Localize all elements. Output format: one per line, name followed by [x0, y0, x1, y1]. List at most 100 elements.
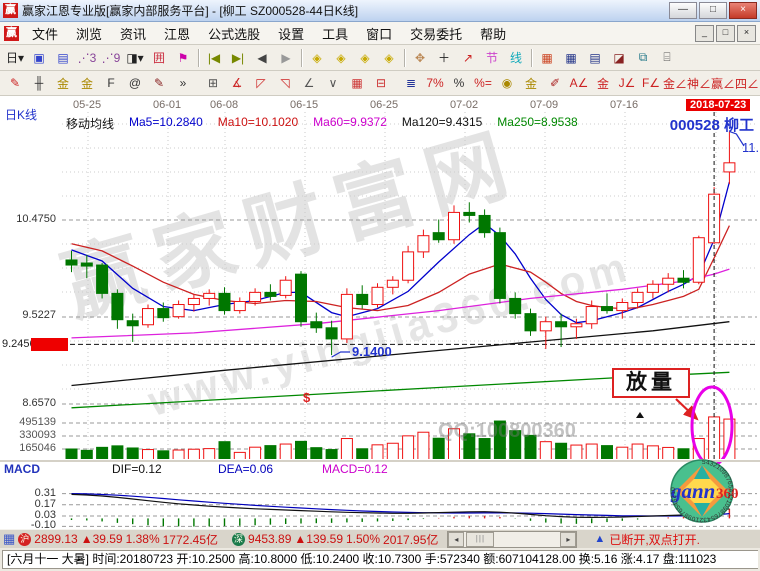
ma-legend-item: 移动均线: [66, 115, 114, 132]
gold-underline-icon[interactable]: 金: [592, 72, 614, 94]
scroll-thumb[interactable]: |||: [466, 532, 494, 547]
comb-tool-icon[interactable]: ╫: [28, 72, 50, 94]
more-tools-button[interactable]: »: [172, 72, 194, 94]
mdi-close-button[interactable]: ×: [737, 25, 756, 42]
zoom-window-icon[interactable]: ▣: [28, 47, 50, 69]
volume-bar: [724, 419, 735, 461]
gann-node-tool[interactable]: 节: [481, 47, 503, 69]
draw-pen-icon[interactable]: ✎: [4, 72, 26, 94]
menu-window[interactable]: 窗口: [357, 22, 401, 45]
f-angle-icon[interactable]: F∠: [640, 72, 662, 94]
calendar-icon[interactable]: ▦: [536, 47, 558, 69]
menu-file[interactable]: 文件: [23, 22, 67, 45]
next-bar-button[interactable]: ▶: [275, 47, 297, 69]
ma-legend-item: Ma60=9.9372: [313, 115, 387, 132]
fibonacci-icon[interactable]: F: [100, 72, 122, 94]
menu-help[interactable]: 帮助: [471, 22, 515, 45]
spiral-icon[interactable]: @: [124, 72, 146, 94]
grid-axis-icon[interactable]: ⊟: [370, 72, 392, 94]
first-bar-button[interactable]: |◀: [203, 47, 225, 69]
menu-trade[interactable]: 交易委托: [401, 22, 471, 45]
grid-icon[interactable]: ▦: [3, 531, 15, 547]
wave-line-tool[interactable]: 线: [505, 47, 527, 69]
fan-box-icon[interactable]: ◸: [250, 72, 272, 94]
save-icon[interactable]: ◪: [608, 47, 630, 69]
percent-icon[interactable]: %: [448, 72, 470, 94]
crosshair-tool[interactable]: ＋: [433, 47, 455, 69]
stats-bars-icon[interactable]: ≣: [400, 72, 422, 94]
notepad-icon[interactable]: ▤: [584, 47, 606, 69]
close-button[interactable]: ×: [729, 2, 757, 19]
candle: [219, 293, 230, 310]
candle: [97, 265, 108, 293]
candle: [112, 293, 123, 319]
shen-angle-icon[interactable]: 神∠: [688, 72, 710, 94]
date-tick: 05-25: [73, 99, 101, 111]
sh-amount: 1772.45亿: [163, 531, 218, 548]
red-grid-icon[interactable]: ▦: [346, 72, 368, 94]
percent-line-icon[interactable]: %=: [472, 72, 494, 94]
shenzhen-badge: 深: [232, 533, 245, 546]
period-day-selector[interactable]: 日▾: [4, 47, 26, 69]
minor-cycle-9-icon[interactable]: ⋰9: [100, 47, 122, 69]
menu-bar: 赢 文件浏览资讯江恩公式选股设置工具窗口交易委托帮助 _ □ ×: [0, 22, 760, 45]
color-flag-icon[interactable]: ⚑: [172, 47, 194, 69]
angle-lines-icon[interactable]: ∠: [298, 72, 320, 94]
title-bar[interactable]: 赢 赢家江恩专业版[赢家内部服务平台] - [柳工 SZ000528-44日K线…: [0, 0, 760, 22]
j-angle-icon[interactable]: J∠: [616, 72, 638, 94]
prev-bar-button[interactable]: ◀: [251, 47, 273, 69]
si-angle-icon[interactable]: 四∠: [736, 72, 758, 94]
gold-angle-icon[interactable]: 金∠: [664, 72, 686, 94]
gann-fan-icon[interactable]: ∡: [226, 72, 248, 94]
v-dots-icon[interactable]: ∨: [322, 72, 344, 94]
gann-nav-h-icon[interactable]: ◈: [354, 47, 376, 69]
remote-pc-icon[interactable]: ⌸: [656, 47, 678, 69]
info-panel-icon[interactable]: ▤: [52, 47, 74, 69]
candle-style-selector[interactable]: ◨▾: [124, 47, 146, 69]
date-tick: 06-08: [210, 99, 238, 111]
scroll-left-button[interactable]: ◂: [448, 532, 464, 547]
grid-tool-icon[interactable]: ⊞: [202, 72, 224, 94]
minimize-button[interactable]: —: [669, 2, 697, 19]
gold-circle-icon[interactable]: ◉: [496, 72, 518, 94]
candle: [632, 292, 643, 302]
pane-period-label: 日K线: [5, 106, 37, 123]
fan-circle-icon[interactable]: ◹: [274, 72, 296, 94]
candle: [693, 238, 704, 283]
trendline-tool[interactable]: ↗: [457, 47, 479, 69]
gann-nav-right-icon[interactable]: ◈: [330, 47, 352, 69]
mdi-restore-button[interactable]: □: [716, 25, 735, 42]
brush-icon[interactable]: ✐: [544, 72, 566, 94]
last-bar-button[interactable]: ▶|: [227, 47, 249, 69]
candle: [510, 298, 521, 313]
golden-band-icon[interactable]: 金: [76, 72, 98, 94]
a-fan-icon[interactable]: A∠: [568, 72, 590, 94]
hand-tool[interactable]: ✥: [409, 47, 431, 69]
minor-cycle-3-icon[interactable]: ⋰3: [76, 47, 98, 69]
golden-section-icon[interactable]: 金: [52, 72, 74, 94]
maximize-button[interactable]: □: [699, 2, 727, 19]
menu-gann[interactable]: 江恩: [155, 22, 199, 45]
menu-browse[interactable]: 浏览: [67, 22, 111, 45]
draw-pen2-icon[interactable]: ✎: [148, 72, 170, 94]
menu-settings[interactable]: 设置: [269, 22, 313, 45]
scroll-right-button[interactable]: ▸: [560, 532, 576, 547]
volume-bar: [709, 417, 720, 461]
horizontal-scrollbar[interactable]: ◂ ||| ▸: [447, 531, 577, 548]
connection-status[interactable]: ▲ 已断开,双点打开.: [594, 531, 700, 548]
gann-nav-left-icon[interactable]: ◈: [306, 47, 328, 69]
candle: [479, 215, 490, 232]
menu-formula-picker[interactable]: 公式选股: [199, 22, 269, 45]
gold-line-icon[interactable]: 金: [520, 72, 542, 94]
candle: [494, 233, 505, 299]
mdi-minimize-button[interactable]: _: [695, 25, 714, 42]
calculator-icon[interactable]: ▦: [560, 47, 582, 69]
multi-screen-icon[interactable]: ⧉: [632, 47, 654, 69]
pattern-tool-icon[interactable]: 囲: [148, 47, 170, 69]
menu-news[interactable]: 资讯: [111, 22, 155, 45]
gann-nav-v-icon[interactable]: ◈: [378, 47, 400, 69]
ma-line-ma5: [72, 182, 730, 323]
ying-angle-icon[interactable]: 赢∠: [712, 72, 734, 94]
percent7-icon[interactable]: 7%: [424, 72, 446, 94]
menu-tools[interactable]: 工具: [313, 22, 357, 45]
